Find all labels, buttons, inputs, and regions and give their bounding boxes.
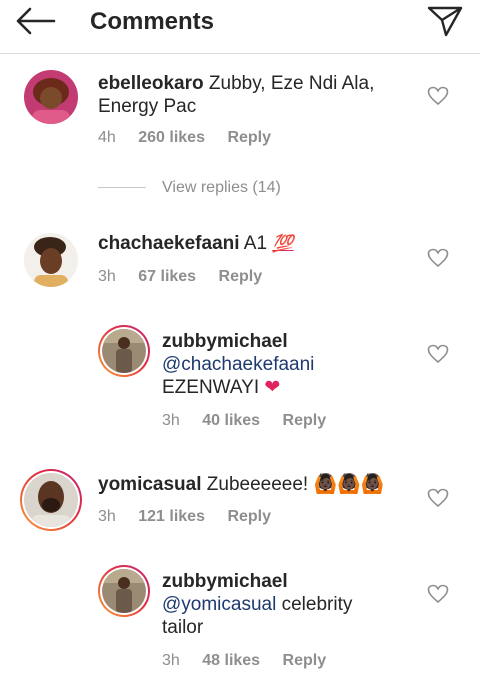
heart-outline-icon[interactable] bbox=[427, 488, 449, 508]
comment-time: 3h bbox=[98, 268, 116, 285]
comment-body: celebrity bbox=[281, 594, 353, 615]
comment-meta: 4h 260 likes Reply bbox=[98, 129, 289, 147]
comment-body: A1 bbox=[243, 233, 268, 254]
reply-button[interactable]: Reply bbox=[283, 652, 327, 669]
page-title: Comments bbox=[90, 8, 215, 35]
comment-text: zubbymichael @chachaekefaani EZENWAYI ❤ bbox=[162, 330, 314, 399]
send-icon[interactable] bbox=[426, 4, 464, 38]
person-gesturing-ok-emoji: 🙆🏿🙆🏿🙆🏿 bbox=[313, 474, 385, 495]
comments-header: Comments bbox=[0, 0, 480, 54]
comment-username[interactable]: ebelleokaro bbox=[98, 73, 204, 94]
avatar[interactable] bbox=[24, 70, 78, 124]
comment-body: EZENWAYI bbox=[162, 377, 260, 398]
reply-button[interactable]: Reply bbox=[219, 268, 263, 285]
heart-outline-icon[interactable] bbox=[427, 248, 449, 268]
view-replies-divider bbox=[98, 187, 146, 189]
reply-button[interactable]: Reply bbox=[227, 129, 271, 146]
comment-meta: 3h 67 likes Reply bbox=[98, 268, 280, 286]
comment-body-line2: Energy Pac bbox=[98, 96, 197, 117]
view-replies-link[interactable]: View replies (14) bbox=[98, 179, 281, 197]
avatar[interactable] bbox=[98, 565, 150, 617]
comment-text: ebelleokaro Zubby, Eze Ndi Ala, Energy P… bbox=[98, 72, 374, 118]
mention-link[interactable]: @chachaekefaani bbox=[162, 354, 314, 375]
comment-meta: 3h 40 likes Reply bbox=[162, 412, 344, 430]
comment-username[interactable]: zubbymichael bbox=[162, 571, 288, 592]
avatar[interactable] bbox=[98, 325, 150, 377]
red-heart-emoji: ❤ bbox=[264, 377, 281, 398]
comment-username[interactable]: chachaekefaani bbox=[98, 233, 240, 254]
reply-button[interactable]: Reply bbox=[283, 412, 327, 429]
comment-time: 4h bbox=[98, 129, 116, 146]
comment-meta: 3h 121 likes Reply bbox=[98, 508, 289, 526]
comment-text: yomicasual Zubeeeeee! 🙆🏿🙆🏿🙆🏿 bbox=[98, 473, 384, 496]
comment-body-line2: tailor bbox=[162, 617, 204, 638]
heart-outline-icon[interactable] bbox=[427, 584, 449, 604]
back-arrow-icon[interactable] bbox=[14, 6, 58, 36]
avatar[interactable] bbox=[24, 233, 78, 287]
heart-outline-icon[interactable] bbox=[427, 86, 449, 106]
comment-likes[interactable]: 67 likes bbox=[138, 268, 196, 285]
comment-time: 3h bbox=[162, 652, 180, 669]
comment-username[interactable]: yomicasual bbox=[98, 474, 202, 495]
comment-time: 3h bbox=[162, 412, 180, 429]
comment-meta: 3h 48 likes Reply bbox=[162, 652, 344, 670]
comment-text: chachaekefaani A1 💯 bbox=[98, 232, 293, 255]
avatar[interactable] bbox=[20, 469, 82, 531]
comment-text: zubbymichael @yomicasual celebrity tailo… bbox=[162, 570, 352, 639]
hundred-points-emoji: 💯 bbox=[272, 234, 294, 253]
view-replies-label: View replies (14) bbox=[162, 179, 281, 196]
heart-outline-icon[interactable] bbox=[427, 344, 449, 364]
mention-link[interactable]: @yomicasual bbox=[162, 594, 276, 615]
comment-likes[interactable]: 40 likes bbox=[202, 412, 260, 429]
comment-likes[interactable]: 48 likes bbox=[202, 652, 260, 669]
comment-username[interactable]: zubbymichael bbox=[162, 331, 288, 352]
comment-body: Zubeeeeee! bbox=[206, 474, 309, 495]
reply-button[interactable]: Reply bbox=[227, 508, 271, 525]
comment-likes[interactable]: 260 likes bbox=[138, 129, 205, 146]
comment-time: 3h bbox=[98, 508, 116, 525]
comment-likes[interactable]: 121 likes bbox=[138, 508, 205, 525]
comment-body: Zubby, Eze Ndi Ala, bbox=[208, 73, 375, 94]
